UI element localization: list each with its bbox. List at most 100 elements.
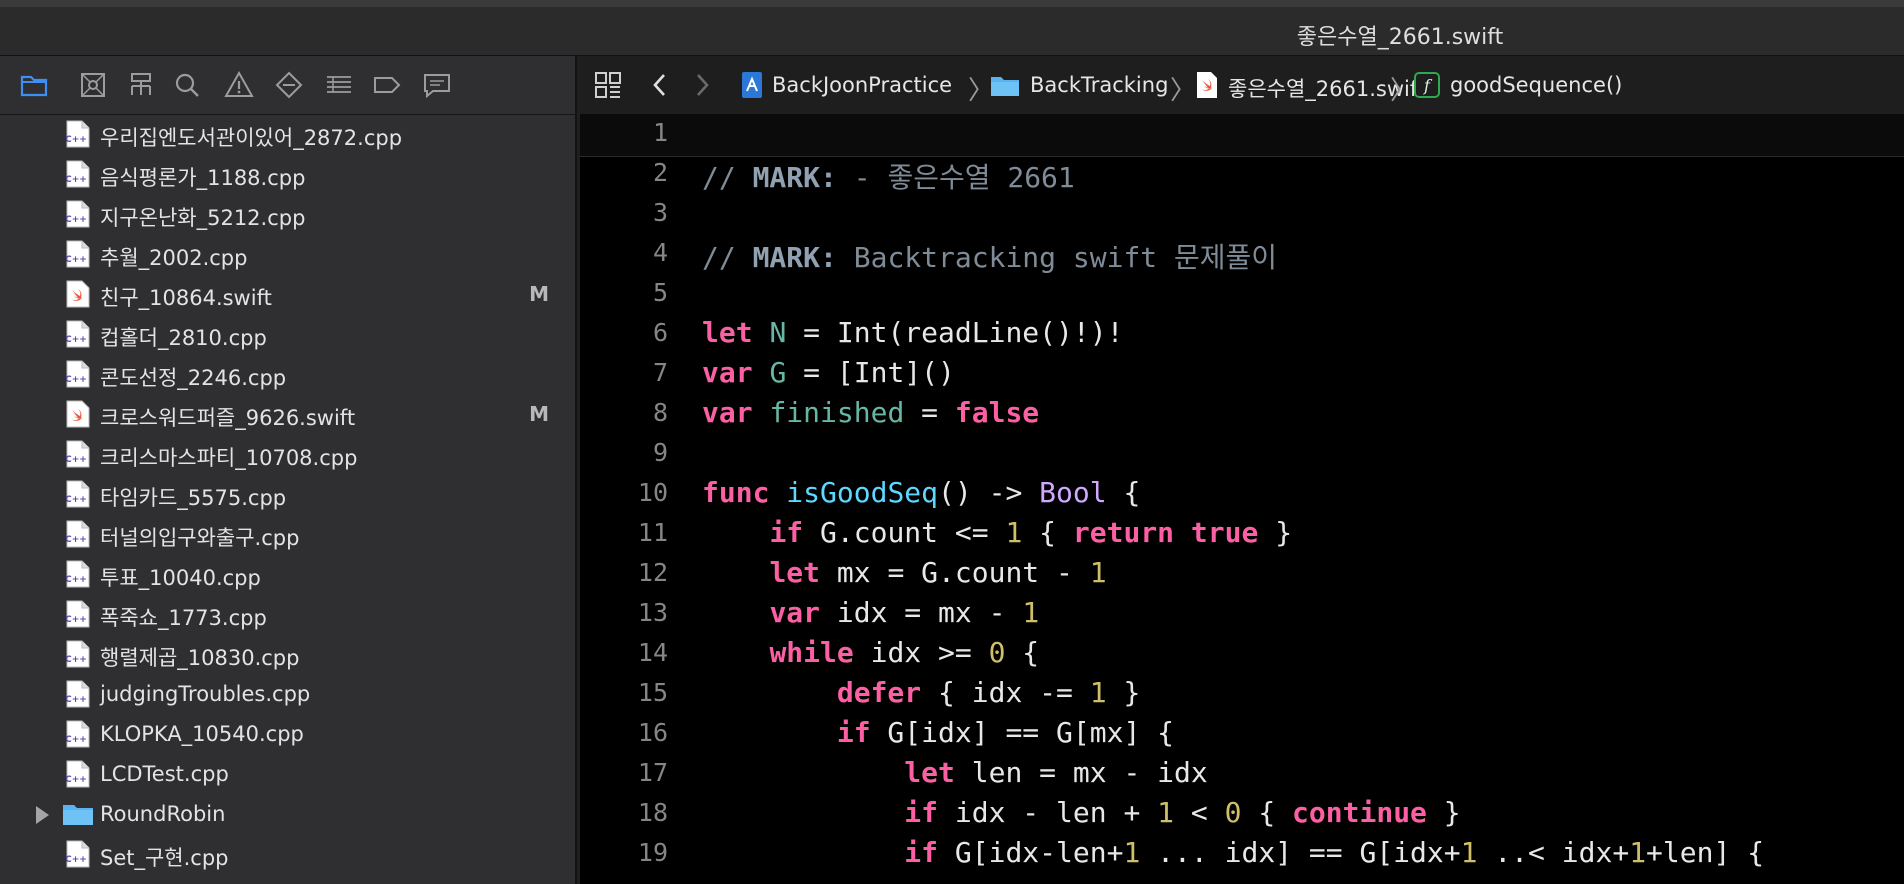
test-navigator-tab[interactable] <box>272 70 306 100</box>
cpp-file-icon: C++ <box>66 160 90 188</box>
code-line[interactable]: // MARK: Backtracking swift 문제풀이 <box>702 236 1277 276</box>
file-item[interactable]: C++ judgingTroubles.cpp <box>0 674 575 714</box>
file-item[interactable]: C++ LCDTest.cpp <box>0 754 575 794</box>
code-token: finished <box>769 396 905 429</box>
file-item[interactable]: C++ 폭죽쇼_1773.cpp <box>0 594 575 634</box>
line-number: 5 <box>652 278 668 307</box>
code-line[interactable]: // MARK: - 좋은수열 2661 <box>702 156 1075 196</box>
file-name: KLOPKA_10540.cpp <box>100 722 304 746</box>
code-line[interactable]: let len = mx - idx <box>702 756 1208 789</box>
file-item[interactable]: C++ 투표_10040.cpp <box>0 554 575 594</box>
code-token: G[idx] == G[mx] { <box>870 716 1175 749</box>
code-token: let <box>904 756 955 789</box>
file-name: 투표_10040.cpp <box>100 566 261 590</box>
symbol-navigator-tab[interactable] <box>124 70 158 100</box>
code-line[interactable]: if G[idx-len+1 ... idx] == G[idx+1 ..< i… <box>702 836 1764 869</box>
code-token: Backtracking swift 문제풀이 <box>836 241 1278 274</box>
file-name: 크로스워드퍼즐_9626.swift <box>100 406 356 430</box>
line-number: 16 <box>637 718 668 747</box>
breakpoint-navigator-tab[interactable] <box>370 70 404 100</box>
file-item[interactable]: C++ KLOPKA_10540.cpp <box>0 714 575 754</box>
file-item[interactable]: C++ 지구온난화_5212.cpp <box>0 194 575 234</box>
svg-text:C++: C++ <box>66 615 87 625</box>
code-token: 1 <box>1005 516 1023 549</box>
line-number: 7 <box>652 358 668 387</box>
jumpbar-project[interactable]: BackJoonPractice <box>772 73 952 97</box>
code-line[interactable]: let N = Int(readLine()!)! <box>702 316 1123 349</box>
file-name: 행렬제곱_10830.cpp <box>100 646 300 670</box>
disclosure-triangle-icon[interactable] <box>36 806 49 824</box>
code-line[interactable]: if G[idx] == G[mx] { <box>702 716 1174 749</box>
folder-item[interactable]: RoundRobin <box>0 794 575 834</box>
file-item[interactable]: 친구_10864.swift M <box>0 274 575 314</box>
svg-text:C++: C++ <box>66 455 87 465</box>
code-token: // <box>702 241 753 274</box>
related-items-icon[interactable] <box>594 71 622 99</box>
source-control-badge: M <box>529 402 549 426</box>
file-item[interactable]: C++ 타임카드_5575.cpp <box>0 474 575 514</box>
forward-chevron-icon[interactable] <box>692 72 712 98</box>
line-number: 6 <box>652 318 668 347</box>
code-line[interactable]: if idx - len + 1 < 0 { continue } <box>702 796 1460 829</box>
file-item[interactable]: C++ 터널의입구와출구.cpp <box>0 514 575 554</box>
line-number: 8 <box>652 398 668 427</box>
code-line[interactable]: var idx = mx - 1 <box>702 596 1039 629</box>
search-icon <box>175 73 199 97</box>
code-line[interactable]: var G = [Int]() <box>702 356 955 389</box>
source-control-navigator-tab[interactable] <box>76 70 110 100</box>
code-token: if <box>904 796 939 829</box>
file-item[interactable]: C++ 컵홀더_2810.cpp <box>0 314 575 354</box>
svg-text:C++: C++ <box>66 135 87 145</box>
code-token: continue <box>1292 796 1427 829</box>
jumpbar-group[interactable]: BackTracking <box>1030 73 1168 97</box>
cpp-file-icon: C++ <box>66 200 90 228</box>
file-item[interactable]: C++ 추월_2002.cpp <box>0 234 575 274</box>
code-token: true <box>1190 516 1259 549</box>
code-token: Bool <box>1039 476 1107 509</box>
svg-text:C++: C++ <box>66 495 87 505</box>
code-token: = [Int]() <box>786 356 955 389</box>
code-line[interactable]: let mx = G.count - 1 <box>702 556 1106 589</box>
cpp-file-icon: C++ <box>66 480 90 508</box>
code-line[interactable]: while idx >= 0 { <box>702 636 1039 669</box>
file-item[interactable]: 크로스워드퍼즐_9626.swift M <box>0 394 575 434</box>
file-item[interactable]: C++ 음식평론가_1188.cpp <box>0 154 575 194</box>
code-line[interactable]: func isGoodSeq() -> Bool { <box>702 476 1140 509</box>
code-line[interactable]: if G.count <= 1 { return true } <box>702 516 1292 549</box>
current-line-highlight <box>580 114 1904 157</box>
line-number: 14 <box>637 638 668 667</box>
code-token: len = mx - idx <box>954 756 1208 789</box>
project-navigator-tab[interactable] <box>17 70 51 100</box>
message-icon <box>424 74 450 99</box>
code-line[interactable]: defer { idx -= 1 } <box>702 676 1140 709</box>
line-number: 2 <box>652 158 668 187</box>
file-item[interactable]: C++ 행렬제곱_10830.cpp <box>0 634 575 674</box>
code-token: idx >= <box>853 636 989 669</box>
issue-navigator-tab[interactable] <box>222 70 256 100</box>
jumpbar-symbol[interactable]: goodSequence() <box>1450 73 1622 97</box>
svg-text:C++: C++ <box>66 855 87 865</box>
file-item[interactable]: C++ Set_구현.cpp <box>0 834 575 874</box>
file-item[interactable]: C++ 콘도선정_2246.cpp <box>0 354 575 394</box>
back-chevron-icon[interactable] <box>650 72 670 98</box>
line-number: 19 <box>637 838 668 867</box>
source-control-badge: M <box>529 282 549 306</box>
cpp-file-icon: C++ <box>66 680 90 708</box>
debug-navigator-tab[interactable] <box>322 70 356 100</box>
code-line[interactable]: var finished = false <box>702 396 1039 429</box>
report-navigator-tab[interactable] <box>420 70 454 100</box>
file-name: 터널의입구와출구.cpp <box>100 526 300 550</box>
find-navigator-tab[interactable] <box>170 70 204 100</box>
code-token: N <box>769 316 787 349</box>
file-item[interactable]: C++ 우리집엔도서관이있어_2872.cpp <box>0 114 575 154</box>
window-titlebar: 좋은수열_2661.swift <box>0 0 1904 56</box>
file-item[interactable]: C++ 크리스마스파티_10708.cpp <box>0 434 575 474</box>
code-area[interactable]: 1 2// MARK: - 좋은수열 2661 3 4// MARK: Backtra… <box>580 114 1904 884</box>
code-token: G.count <= <box>803 516 1006 549</box>
code-token: G[idx-len+ <box>938 836 1124 869</box>
line-number: 17 <box>637 758 668 787</box>
